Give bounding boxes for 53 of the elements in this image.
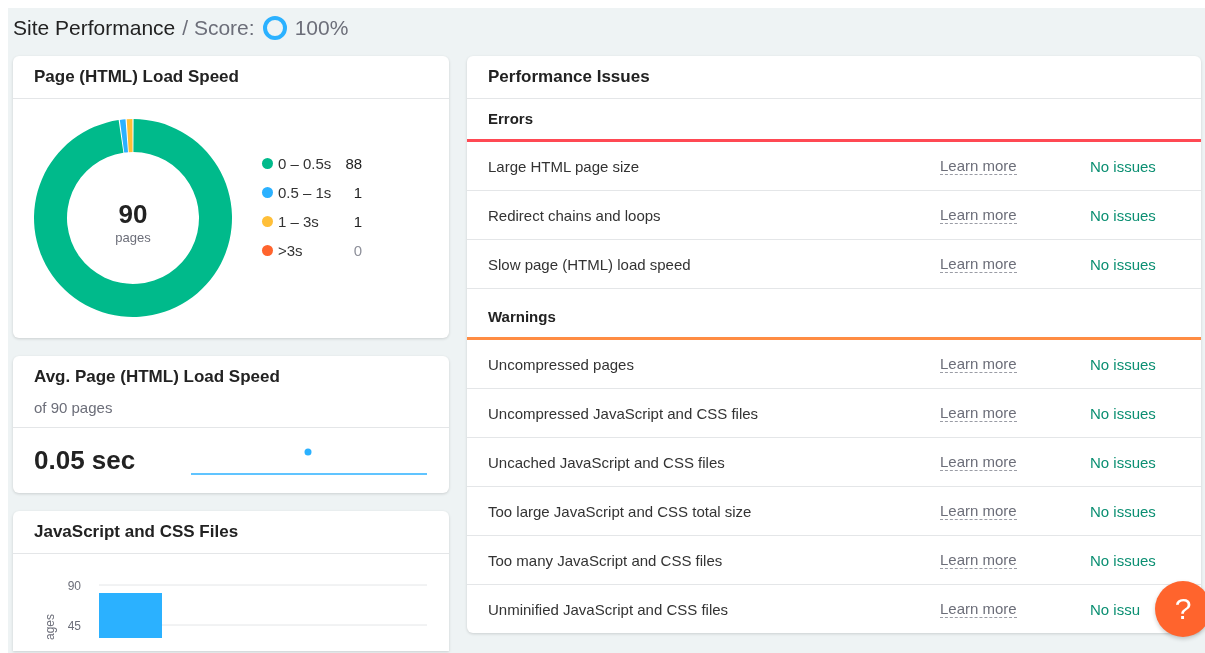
legend-label: 1 – 3s (278, 213, 319, 230)
learn-more-link[interactable]: Learn more (940, 157, 1017, 175)
issue-name: Uncompressed JavaScript and CSS files (488, 404, 760, 422)
learn-more-link[interactable]: Learn more (940, 206, 1017, 224)
learn-more-link[interactable]: Learn more (940, 600, 1017, 618)
issue-status: No issu (1090, 600, 1142, 618)
card-title: Avg. Page (HTML) Load Speed (34, 367, 280, 387)
issue-status: No issues (1090, 404, 1157, 422)
score-value: 100% (294, 16, 349, 40)
total-count: 90 (118, 199, 148, 230)
legend-label: 0.5 – 1s (278, 184, 332, 201)
card-title: Performance Issues (488, 67, 650, 87)
learn-more-link[interactable]: Learn more (940, 255, 1017, 273)
axis-label: ages (43, 614, 57, 640)
issue-name: Redirect chains and loops (488, 206, 662, 224)
card-title: JavaScript and CSS Files (34, 522, 239, 542)
issue-name: Large HTML page size (488, 157, 641, 175)
issue-name: Slow page (HTML) load speed (488, 255, 692, 273)
ring-icon (261, 15, 288, 41)
learn-more-link[interactable]: Learn more (940, 404, 1017, 422)
legend-value: 0 (352, 242, 363, 259)
learn-more-link[interactable]: Learn more (940, 502, 1017, 520)
section-header: Errors (467, 99, 1201, 142)
total-label: pages (115, 230, 151, 245)
legend-value: 1 (352, 184, 363, 201)
section-header: Warnings (467, 289, 1201, 340)
axis-tick-label: 45 (67, 619, 81, 633)
legend-value: 1 (352, 213, 363, 230)
issue-status: No issues (1090, 157, 1157, 175)
issue-status: No issues (1090, 502, 1157, 520)
issue-status: No issues (1090, 355, 1157, 373)
issue-name: Too large JavaScript and CSS total size (488, 502, 753, 520)
average-value: 0.05 sec (34, 444, 136, 476)
legend-value: 88 (345, 155, 363, 172)
axis-tick-label: 90 (67, 579, 81, 593)
bar-chart-drawing (99, 593, 162, 638)
legend-label: 0 – 0.5s (278, 155, 332, 172)
issue-name: Uncompressed pages (488, 355, 635, 373)
card-title: Page (HTML) Load Speed (34, 67, 239, 87)
issue-name: Unminified JavaScript and CSS files (488, 600, 730, 618)
issue-name: Too many JavaScript and CSS files (488, 551, 724, 569)
issue-status: No issues (1090, 206, 1157, 224)
card-subtitle: of 90 pages (34, 399, 114, 416)
learn-more-link[interactable]: Learn more (940, 355, 1017, 373)
learn-more-link[interactable]: Learn more (940, 551, 1017, 569)
score-label: / Score: (182, 16, 255, 40)
issue-status: No issues (1090, 255, 1157, 273)
learn-more-link[interactable]: Learn more (940, 453, 1017, 471)
legend-label: >3s (278, 242, 303, 259)
issue-name: Uncached JavaScript and CSS files (488, 453, 726, 471)
issue-status: No issues (1090, 551, 1157, 569)
issue-status: No issues (1090, 453, 1157, 471)
page-title: Site Performance (13, 16, 176, 40)
